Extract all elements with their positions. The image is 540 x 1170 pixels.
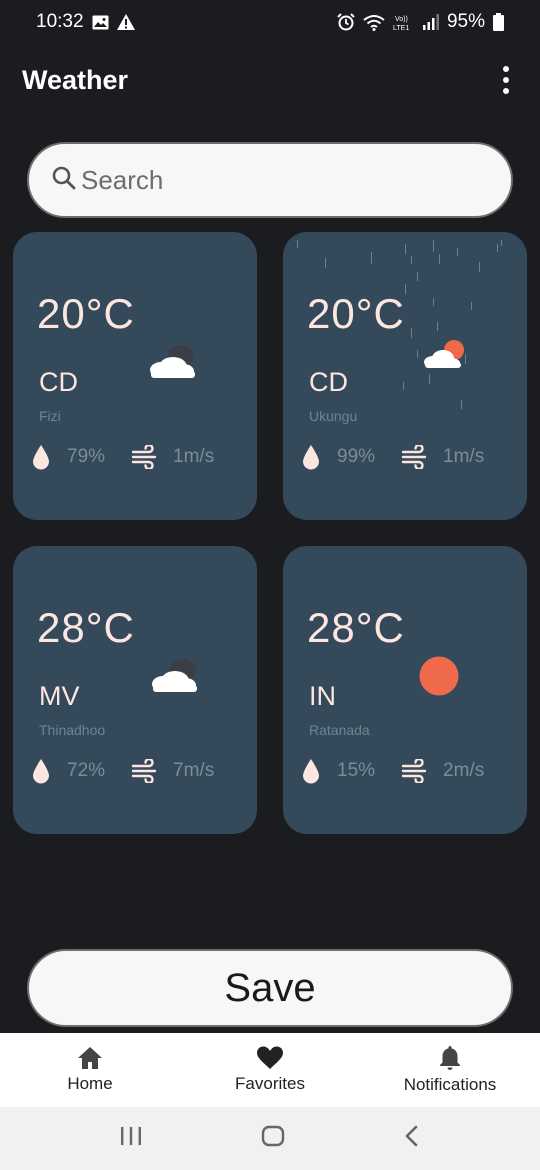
card-country: CD (309, 367, 348, 397)
heart-icon (257, 1046, 283, 1069)
card-country: IN (309, 681, 336, 711)
app-title: Weather (22, 64, 129, 95)
save-button[interactable]: Save (27, 949, 513, 1027)
bottom-nav: Home Favorites Notifications (0, 1033, 540, 1107)
humidity-icon (303, 759, 319, 784)
wind-icon (401, 445, 427, 469)
bell-icon (440, 1046, 460, 1070)
card-stats: 99% 1m/s (301, 444, 484, 470)
weather-card[interactable]: 20°C CD Ukungu 99% 1m/s (283, 232, 527, 520)
alarm-icon (337, 13, 355, 31)
status-bar: 10:32 Vo)) LTE1 95% (0, 0, 540, 44)
sun-icon (419, 656, 459, 701)
card-wind: 1m/s (173, 446, 215, 467)
card-stats: 79% 1m/s (31, 444, 214, 470)
card-city: Ratanada (309, 722, 370, 738)
nav-label-favorites: Favorites (235, 1074, 305, 1093)
card-city: Thinadhoo (39, 722, 106, 738)
svg-text:Vo)): Vo)) (395, 16, 408, 23)
wind-icon (131, 759, 157, 783)
card-wind: 2m/s (443, 760, 485, 781)
wind-icon (131, 445, 157, 469)
card-humidity: 99% (337, 446, 376, 467)
humidity-icon (33, 759, 49, 784)
status-right: Vo)) LTE1 95% (337, 11, 504, 33)
nav-label-notifications: Notifications (403, 1075, 497, 1094)
card-country: MV (39, 681, 80, 711)
search-input[interactable] (81, 164, 481, 196)
humidity-icon (33, 445, 49, 470)
recents-icon[interactable] (120, 1126, 142, 1151)
card-stats: 72% 7m/s (31, 758, 214, 784)
card-temperature: 28°C (37, 604, 135, 651)
humidity-icon (303, 445, 319, 470)
image-icon (92, 15, 109, 30)
system-nav-bar (0, 1107, 540, 1170)
card-wind: 7m/s (173, 760, 215, 781)
card-humidity: 79% (67, 446, 106, 467)
card-temperature: 20°C (307, 290, 405, 337)
back-icon[interactable] (404, 1125, 420, 1152)
card-city: Fizi (39, 408, 61, 424)
more-vert-icon[interactable] (494, 60, 518, 100)
partly-cloudy-rain-icon (421, 338, 467, 377)
wifi-icon (363, 14, 385, 31)
warning-icon (116, 14, 135, 30)
card-temperature: 28°C (307, 604, 405, 651)
status-left: 10:32 (36, 11, 135, 33)
weather-card[interactable]: 28°C IN Ratanada 15% 2m/s (283, 546, 527, 834)
wind-icon (401, 759, 427, 783)
weather-card[interactable]: 28°C MV Thinadhoo 72% 7m/s (13, 546, 257, 834)
card-humidity: 15% (337, 760, 376, 781)
weather-card[interactable]: 20°C CD Fizi 79% 1m/s (13, 232, 257, 520)
search-bar[interactable] (27, 142, 513, 218)
nav-item-notifications[interactable]: Notifications (360, 1033, 540, 1107)
volte-icon: Vo)) LTE1 (393, 13, 415, 31)
app-bar: Weather (0, 56, 540, 104)
search-icon (51, 165, 77, 196)
card-stats: 15% 2m/s (301, 758, 484, 784)
card-city: Ukungu (309, 408, 358, 424)
card-wind: 1m/s (443, 446, 485, 467)
svg-text:LTE1: LTE1 (393, 25, 409, 31)
card-temperature: 20°C (37, 290, 135, 337)
cloudy-night-icon (145, 340, 205, 387)
card-country: CD (39, 367, 78, 397)
nav-item-favorites[interactable]: Favorites (180, 1033, 360, 1107)
home-icon (78, 1047, 102, 1069)
card-humidity: 72% (67, 760, 106, 781)
nav-label-home: Home (67, 1074, 113, 1093)
battery-text: 95% (446, 11, 485, 32)
signal-icon (422, 14, 439, 30)
home-circle-icon[interactable] (261, 1125, 285, 1152)
cloudy-night-icon (147, 654, 207, 701)
status-time: 10:32 (36, 11, 84, 32)
battery-icon (493, 13, 504, 31)
nav-item-home[interactable]: Home (0, 1033, 180, 1107)
